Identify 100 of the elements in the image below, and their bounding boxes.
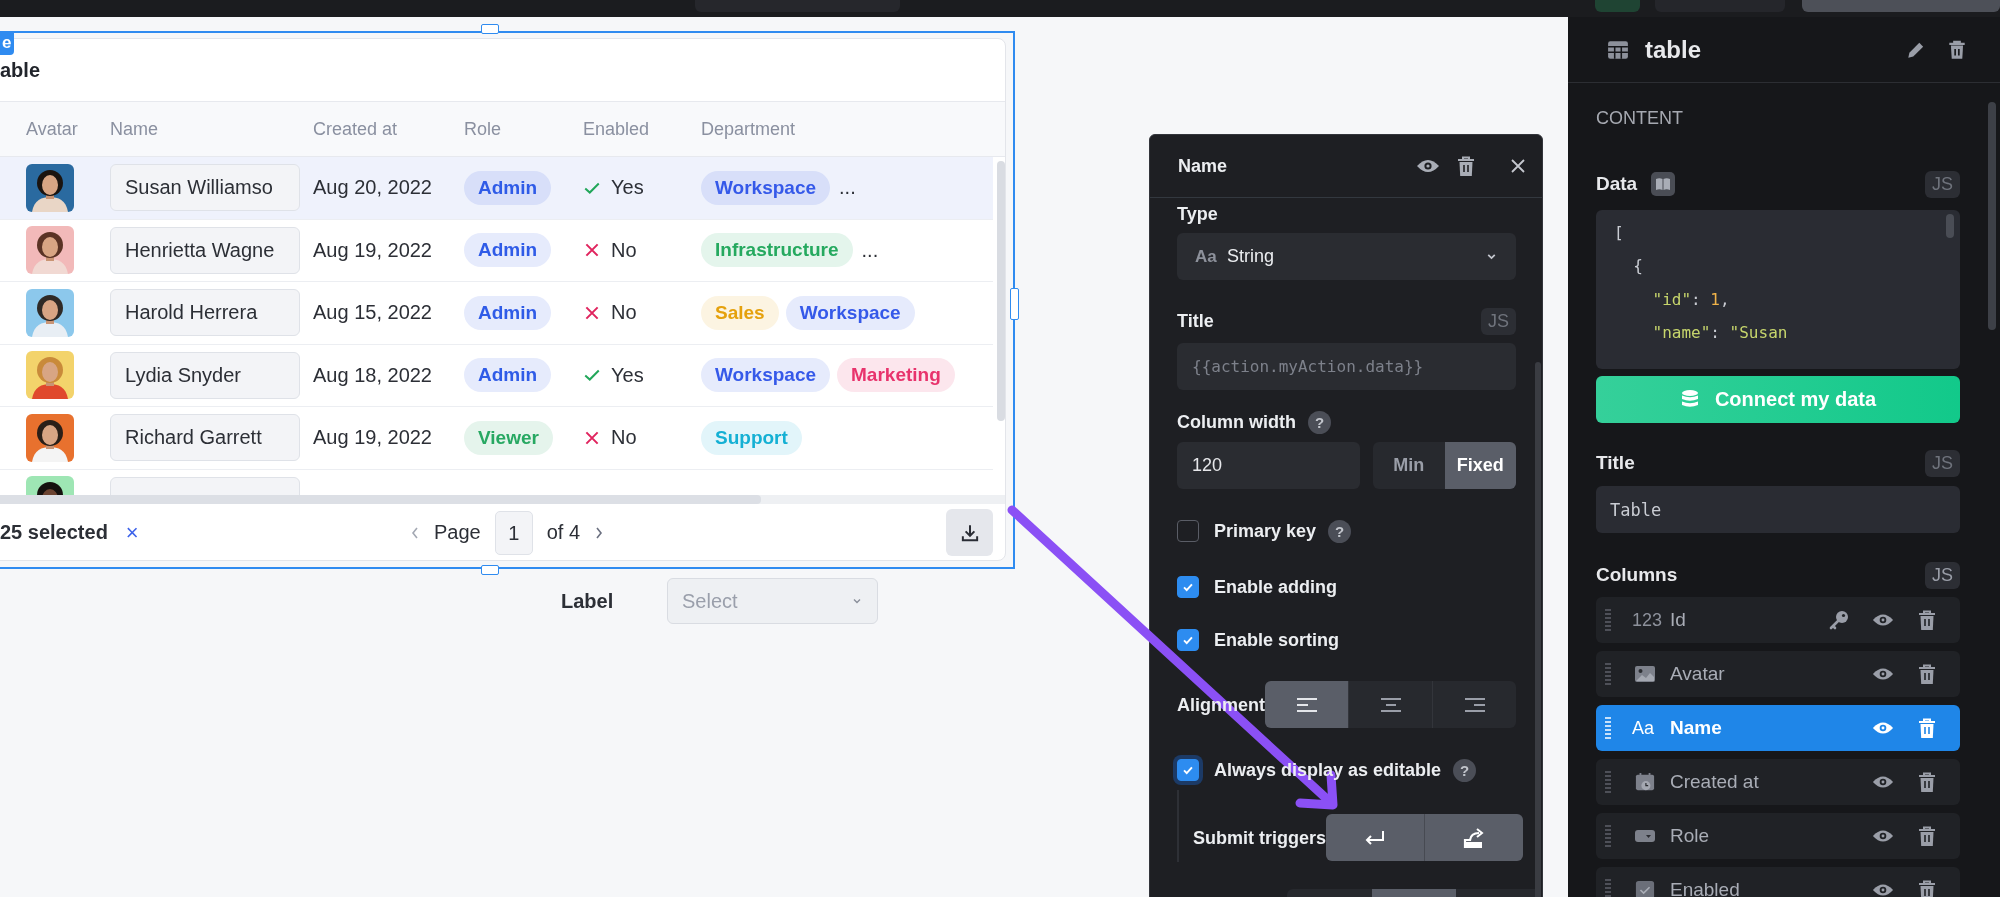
column-name: Created at [1670,771,1759,793]
table-row[interactable]: Henrietta Wagne Aug 19, 2022 Admin No Infrastructure ... [0,219,993,282]
trash-icon[interactable] [1916,825,1938,847]
trash-icon[interactable] [1456,155,1476,177]
book-icon[interactable] [1651,172,1676,196]
department-tag: Infrastructure [701,233,853,268]
column-item[interactable]: Enabled [1596,867,1960,897]
table-row[interactable]: Susan Williamso Aug 20, 2022 Admin Yes Workspace ... [0,157,993,220]
enabled-text: No [611,238,637,262]
column-name: Id [1670,609,1686,631]
department-tag: Workspace [785,295,915,330]
scrollbar[interactable] [1535,362,1541,897]
width-input[interactable]: 120 [1177,442,1360,489]
trash-icon[interactable] [1946,38,1968,61]
department-tag: Workspace [701,358,831,393]
date-text: Aug 18, 2022 [313,363,433,387]
date-text: Aug 20, 2022 [313,176,433,200]
section-heading: CONTENT [1596,107,1684,130]
checkbox[interactable] [1177,520,1199,542]
width-mode-tab[interactable]: Fixed [1444,442,1516,489]
align-left-icon [1294,695,1319,714]
department-tag: Workspace [701,170,831,205]
name-input[interactable]: Henrietta Wagne [110,226,300,274]
widget-badge: e [0,31,15,55]
checkbox-label: Enable sorting [1214,629,1339,651]
type-glyph: 123 [1632,609,1664,631]
checkbox-icon [1634,880,1656,897]
js-toggle[interactable]: JS [1925,561,1960,589]
checkbox[interactable] [1177,629,1199,651]
align-right-icon [1462,695,1487,714]
table-row[interactable]: Harold Herrera Aug 15, 2022 Admin No Sales Workspace [0,282,993,345]
checkbox[interactable] [1177,576,1199,598]
drag-handle-icon[interactable] [1605,824,1611,848]
page-input[interactable]: 1 [494,510,533,555]
trigger-button[interactable] [1424,814,1523,861]
drag-handle-icon[interactable] [1605,878,1611,897]
table-row[interactable]: Richard Garrett Aug 19, 2022 Viewer No Support [0,407,993,470]
selection-count: 25 selected [0,521,108,544]
scrollbar[interactable] [1946,214,1954,238]
column-item[interactable]: Avatar [1596,651,1960,697]
clear-selection-button[interactable]: × [125,519,139,546]
alignment-button[interactable] [1265,681,1348,728]
resize-handle[interactable] [481,24,499,34]
column-item[interactable]: Created at [1596,759,1960,805]
field-label: Label [561,589,615,613]
close-icon[interactable] [1510,158,1526,174]
type-glyph: Aa [1632,717,1656,739]
table-row[interactable]: Lydia Snyder Aug 18, 2022 Admin Yes Workspace Marketing [0,344,993,407]
column-name: Role [1670,825,1710,847]
enabled-text: No [611,426,637,450]
name-input[interactable]: Lydia Snyder [110,351,300,399]
drag-handle-icon[interactable] [1605,608,1611,632]
help-icon[interactable]: ? [1328,519,1352,543]
name-input[interactable]: Richard Garrett [110,414,300,462]
page-count: of 4 [546,521,581,544]
help-icon[interactable]: ? [1453,758,1477,782]
department-tag: Support [701,420,802,455]
page-label: Page [434,521,481,544]
trash-icon[interactable] [1916,609,1938,631]
type-glyph: Aa [1195,246,1218,267]
field-label: Column width [1177,411,1296,434]
role-tag: Admin [464,233,552,268]
scrollbar[interactable] [997,161,1005,421]
scrollbar[interactable] [0,495,761,504]
trash-icon[interactable] [1916,879,1938,897]
download-button[interactable] [946,509,993,556]
column-item[interactable]: Aa Name [1596,705,1960,751]
type-select[interactable]: Aa String [1177,233,1516,280]
code-line: "name": "Susan [1651,321,1788,344]
code-editor[interactable]: [ { "id": 1, "name": "Susan [1596,210,1960,369]
resize-handle[interactable] [1010,288,1019,320]
column-item[interactable]: Role [1596,813,1960,859]
role-tag: Admin [464,170,552,205]
role-tag: Viewer [464,420,553,455]
name-input[interactable]: Harold Herrera [110,289,300,337]
role-tag: Admin [464,358,552,393]
column-item[interactable]: 123 Id [1596,597,1960,643]
scrollbar[interactable] [1988,102,1996,330]
code-line: { [1632,255,1643,278]
eye-icon[interactable] [1416,158,1440,174]
trash-icon[interactable] [1916,717,1938,739]
drag-handle-icon[interactable] [1605,662,1611,686]
drag-handle-icon[interactable] [1605,770,1611,794]
help-icon[interactable]: ? [1308,410,1331,434]
name-input[interactable]: Susan Williamso [110,164,300,212]
trash-icon[interactable] [1916,771,1938,793]
trash-icon[interactable] [1916,663,1938,685]
code-line: "id": 1, [1651,288,1730,311]
department-tag: Sales [701,295,779,330]
field-label: Title [1596,452,1635,474]
field-label: Submit triggers [1193,826,1326,850]
field-label: Type [1177,203,1219,226]
title-input[interactable]: Table [1596,486,1960,533]
checkbox-label: Primary key [1214,520,1317,542]
width-mode-tab[interactable]: Min [1373,442,1445,489]
share-icon [1462,826,1486,849]
title-input[interactable]: {{action.myAction.data}} [1177,343,1516,390]
field-label: Data [1596,173,1638,195]
date-text: Aug 19, 2022 [313,426,433,450]
resize-handle[interactable] [481,565,499,575]
